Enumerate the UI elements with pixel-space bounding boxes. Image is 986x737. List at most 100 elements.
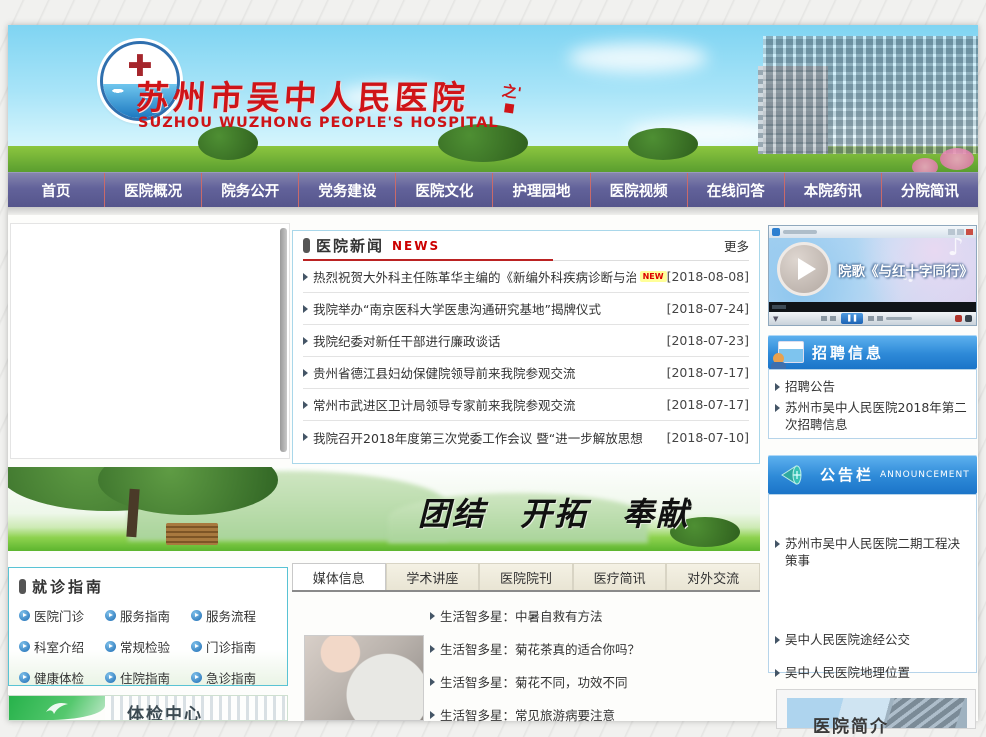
nav-item-pharmacy[interactable]: 本院药讯 [784,173,881,207]
tab-medical-briefs[interactable]: 医疗简讯 [573,563,667,590]
section-bullet-icon [19,579,26,594]
announcement-item[interactable]: 苏州市吴中人民医院二期工程决策事 [769,535,976,569]
music-note-icon: ♪ [947,238,964,262]
media-item[interactable]: 生活智多星：菊花不同，功效不同 [430,665,752,698]
news-row[interactable]: 常州市武进区卫计局领导专家前来我院参观交流 [2018-07-17] [303,389,749,421]
play-button[interactable] [777,242,831,296]
playlist-dropdown-icon[interactable]: ▼ [773,315,778,323]
media-photo [304,635,424,721]
recruit-link[interactable]: 苏州市吴中人民医院2018年第二次招聘信息 [785,399,970,433]
nav-item-affairs[interactable]: 院务公开 [201,173,298,207]
minimize-icon[interactable] [948,229,955,235]
announcement-link[interactable]: 吴中人民医院地理位置 [785,664,910,681]
stop-icon[interactable] [821,316,827,321]
close-icon[interactable] [966,229,973,235]
nav-item-culture[interactable]: 医院文化 [395,173,492,207]
recruit-icon [778,341,804,363]
volume-slider[interactable] [886,317,912,320]
site-header: ✚ 苏州市吴中人民医院 SUZHOU WUZHONG PEOPLE'S HOSP… [8,25,978,172]
media-list: 生活智多星：中暑自救有方法 生活智多星：菊花茶真的适合你吗？ 生活智多星：菊花不… [430,599,752,731]
guide-link-service-guide[interactable]: 服务指南 [105,606,191,625]
arrow-bullet-icon [303,401,308,409]
guide-link-emergency[interactable]: 急诊指南 [191,668,277,687]
video-caption: 院歌《与红十字同行》 [838,260,973,280]
arrow-bullet-icon [775,383,780,391]
maximize-icon[interactable] [957,229,964,235]
circle-arrow-icon [19,641,30,652]
slider-scrollbar[interactable] [280,228,287,452]
main-nav: 首页 医院概况 院务公开 党务建设 医院文化 护理园地 医院视频 在线问答 本院… [8,172,978,207]
window-controls [948,229,973,235]
news-link[interactable]: 我院召开2018年度第三次党委工作会议 暨“进一步解放思想 [313,428,643,447]
calligraphy-seal: 之' [499,84,522,114]
news-link[interactable]: 我院举办“南京医科大学医患沟通研究基地”揭牌仪式 [313,299,601,318]
guide-link-departments[interactable]: 科室介绍 [19,637,105,656]
info-tabs-panel: 媒体信息 学术讲座 医院院刊 医疗简讯 对外交流 生活智多星：中暑自救有方法 生… [292,563,760,721]
nav-item-qa[interactable]: 在线问答 [687,173,784,207]
section-bullet-icon [303,238,310,253]
nav-item-party[interactable]: 党务建设 [298,173,395,207]
pause-button[interactable]: ❚❚ [841,313,863,324]
checkup-center-banner[interactable]: 体检中心 [8,695,288,721]
next-icon[interactable] [868,316,874,321]
tab-media-info[interactable]: 媒体信息 [292,563,386,590]
guide-link-outpatient-guide[interactable]: 门诊指南 [191,637,277,656]
guide-link-service-flow[interactable]: 服务流程 [191,606,277,625]
nav-item-nursing[interactable]: 护理园地 [492,173,589,207]
news-row[interactable]: 热烈祝贺大外科主任陈革华主编的《新编外科疾病诊断与治 NEW [2018-08-… [303,261,749,293]
tab-academic-lectures[interactable]: 学术讲座 [386,563,480,590]
hospital-intro-panel[interactable]: 医院简介 [776,689,976,729]
nav-item-branch[interactable]: 分院简讯 [881,173,978,207]
fullscreen-icon[interactable] [965,315,972,322]
player-title-text [783,230,817,234]
news-link[interactable]: 常州市武进区卫计局领导专家前来我院参观交流 [313,395,576,414]
tab-hospital-journal[interactable]: 医院院刊 [479,563,573,590]
previous-icon[interactable] [830,316,836,321]
record-icon[interactable] [955,315,962,322]
guide-link-routine-tests[interactable]: 常规检验 [105,637,191,656]
circle-arrow-icon [105,641,116,652]
guide-link-inpatient[interactable]: 住院指南 [105,668,191,687]
recruit-item[interactable]: 苏州市吴中人民医院2018年第二次招聘信息 [769,399,976,433]
announcement-item[interactable]: 吴中人民医院地理位置 [769,664,976,681]
news-more-link[interactable]: 更多 [724,236,749,255]
recruit-link[interactable]: 招聘公告 [785,378,835,395]
tab-external-exchange[interactable]: 对外交流 [666,563,760,590]
news-link[interactable]: 热烈祝贺大外科主任陈革华主编的《新编外科疾病诊断与治 [313,267,636,286]
image-slider[interactable] [10,223,290,459]
recruit-item[interactable]: 招聘公告 [769,378,976,395]
bench-decoration [166,523,218,545]
playlist-icon[interactable] [877,316,883,321]
media-item[interactable]: 生活智多星：中暑自救有方法 [430,599,752,632]
banner-tree [8,467,308,551]
tree-decoration [198,126,258,160]
announcement-link[interactable]: 苏州市吴中人民医院二期工程决策事 [785,535,970,569]
arrow-bullet-icon [775,540,780,548]
news-date: [2018-07-24] [667,301,749,316]
checkup-title: 体检中心 [127,700,203,721]
red-underline [303,259,553,261]
news-row[interactable]: 贵州省德江县妇幼保健院领导前来我院参观交流 [2018-07-17] [303,357,749,389]
media-item[interactable]: 生活智多星：常见旅游病要注意 [430,698,752,731]
guide-title: 就诊指南 [32,576,104,597]
news-row[interactable]: 我院召开2018年度第三次党委工作会议 暨“进一步解放思想 [2018-07-1… [303,421,749,453]
nav-item-home[interactable]: 首页 [8,173,104,207]
circle-arrow-icon [19,610,30,621]
announcement-item[interactable]: 吴中人民医院途经公交 [769,631,976,648]
swallow-logo-icon [44,698,70,718]
hospital-building-photo [763,36,978,154]
news-row[interactable]: 我院举办“南京医科大学医患沟通研究基地”揭牌仪式 [2018-07-24] [303,293,749,325]
news-date: [2018-07-10] [667,430,749,445]
announcement-link[interactable]: 吴中人民医院途经公交 [785,631,910,648]
guide-link-checkup[interactable]: 健康体检 [19,668,105,687]
guide-link-outpatient[interactable]: 医院门诊 [19,606,105,625]
news-row[interactable]: 我院纪委对新任干部进行廉政谈话 [2018-07-23] [303,325,749,357]
news-link[interactable]: 我院纪委对新任干部进行廉政谈话 [313,331,501,350]
nav-item-overview[interactable]: 医院概况 [104,173,201,207]
news-link[interactable]: 贵州省德江县妇幼保健院领导前来我院参观交流 [313,363,576,382]
media-item[interactable]: 生活智多星：菊花茶真的适合你吗？ [430,632,752,665]
news-date: [2018-07-23] [667,333,749,348]
flower-decoration [940,148,974,170]
nav-item-video[interactable]: 医院视频 [590,173,687,207]
arrow-bullet-icon [430,645,435,653]
